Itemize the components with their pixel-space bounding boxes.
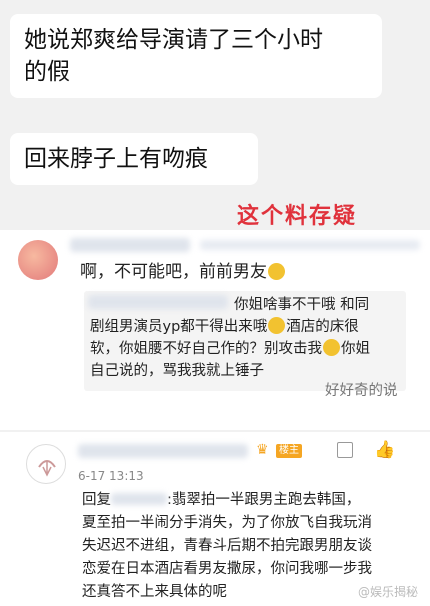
avatar-image <box>38 460 56 477</box>
op-badge: 楼主 <box>276 444 302 458</box>
message-bubble-1: 她说郑爽给导演请了三个小时 的假 <box>10 14 382 98</box>
comment-line-5: 还真答不上来具体的呢 <box>82 584 227 600</box>
reply-line-1: 你姐啥事不干哦 和同 <box>234 297 370 313</box>
reply-line-2-text: 剧组男演员yp都干得出来哦 <box>90 319 268 335</box>
comment-line-1-text: :翡翠拍一半跟男主跑去韩国， <box>167 492 361 508</box>
comment-card-2: ♛ 楼主 👍 6-17 13:13 回复 :翡翠拍一半跟男主跑去韩国， 夏至拍一半… <box>0 432 430 606</box>
mention-blurred <box>111 493 167 505</box>
emoji-icon <box>268 317 286 334</box>
comment-line-3: 失迟迟不进组，青春斗后期不拍完跟男朋友谈 <box>82 538 372 554</box>
comment-card-1: 啊，不可能吧，前前男友 你姐啥事不干哦 和同 剧组男演员yp都干得出来哦 酒店的床… <box>0 230 430 430</box>
avatar[interactable] <box>18 240 58 280</box>
reply-line-2-tail: 酒店的床很 <box>286 319 359 335</box>
emoji-icon <box>268 263 285 280</box>
avatar[interactable] <box>26 444 66 484</box>
comment-line-4: 恋爱在日本酒店看男友撒尿，你问我哪一步我 <box>82 561 372 577</box>
annotation-text: 这个料存疑 <box>237 204 358 229</box>
comment-text: 啊，不可能吧，前前男友 <box>80 261 286 283</box>
username-blurred <box>70 238 190 252</box>
message-bubble-2: 回来脖子上有吻痕 <box>10 133 258 185</box>
watermark: @娱乐揭秘 <box>357 585 418 599</box>
reply-username-blurred <box>88 295 228 309</box>
reply-icon[interactable] <box>337 442 353 458</box>
reply-line-4: 自己说的，骂我我就上锤子 <box>90 363 264 379</box>
blur-strip <box>200 240 420 250</box>
reply-prefix: 回复 <box>82 492 111 508</box>
message-line-1: 她说郑爽给导演请了三个小时 <box>24 27 323 53</box>
username-blurred <box>78 444 248 458</box>
comment-text-content: 啊，不可能吧，前前男友 <box>80 262 267 282</box>
reply-line-5: 好好奇的说 <box>325 383 398 399</box>
reply-line-3: 软，你姐腰不好自己作的？别攻击我 你姐 <box>90 338 370 360</box>
message-text: 回来脖子上有吻痕 <box>24 146 208 172</box>
like-icon[interactable]: 👍 <box>374 440 395 460</box>
reply-line-2: 剧组男演员yp都干得出来哦 酒店的床很 <box>90 316 359 338</box>
reply-line-3-text: 软，你姐腰不好自己作的？别攻击我 <box>90 341 322 357</box>
reply-line-3-tail: 你姐 <box>341 341 370 357</box>
comment-line-2: 夏至拍一半闹分手消失，为了你放飞自我玩消 <box>82 515 372 531</box>
comment-line-1: 回复 :翡翠拍一半跟男主跑去韩国， <box>82 489 360 511</box>
message-line-2: 的假 <box>24 59 70 85</box>
timestamp: 6-17 13:13 <box>78 469 144 483</box>
crown-icon: ♛ <box>256 442 269 458</box>
emoji-icon <box>323 339 340 356</box>
quoted-reply: 你姐啥事不干哦 和同 剧组男演员yp都干得出来哦 酒店的床很 软，你姐腰不好自己作… <box>84 291 406 391</box>
